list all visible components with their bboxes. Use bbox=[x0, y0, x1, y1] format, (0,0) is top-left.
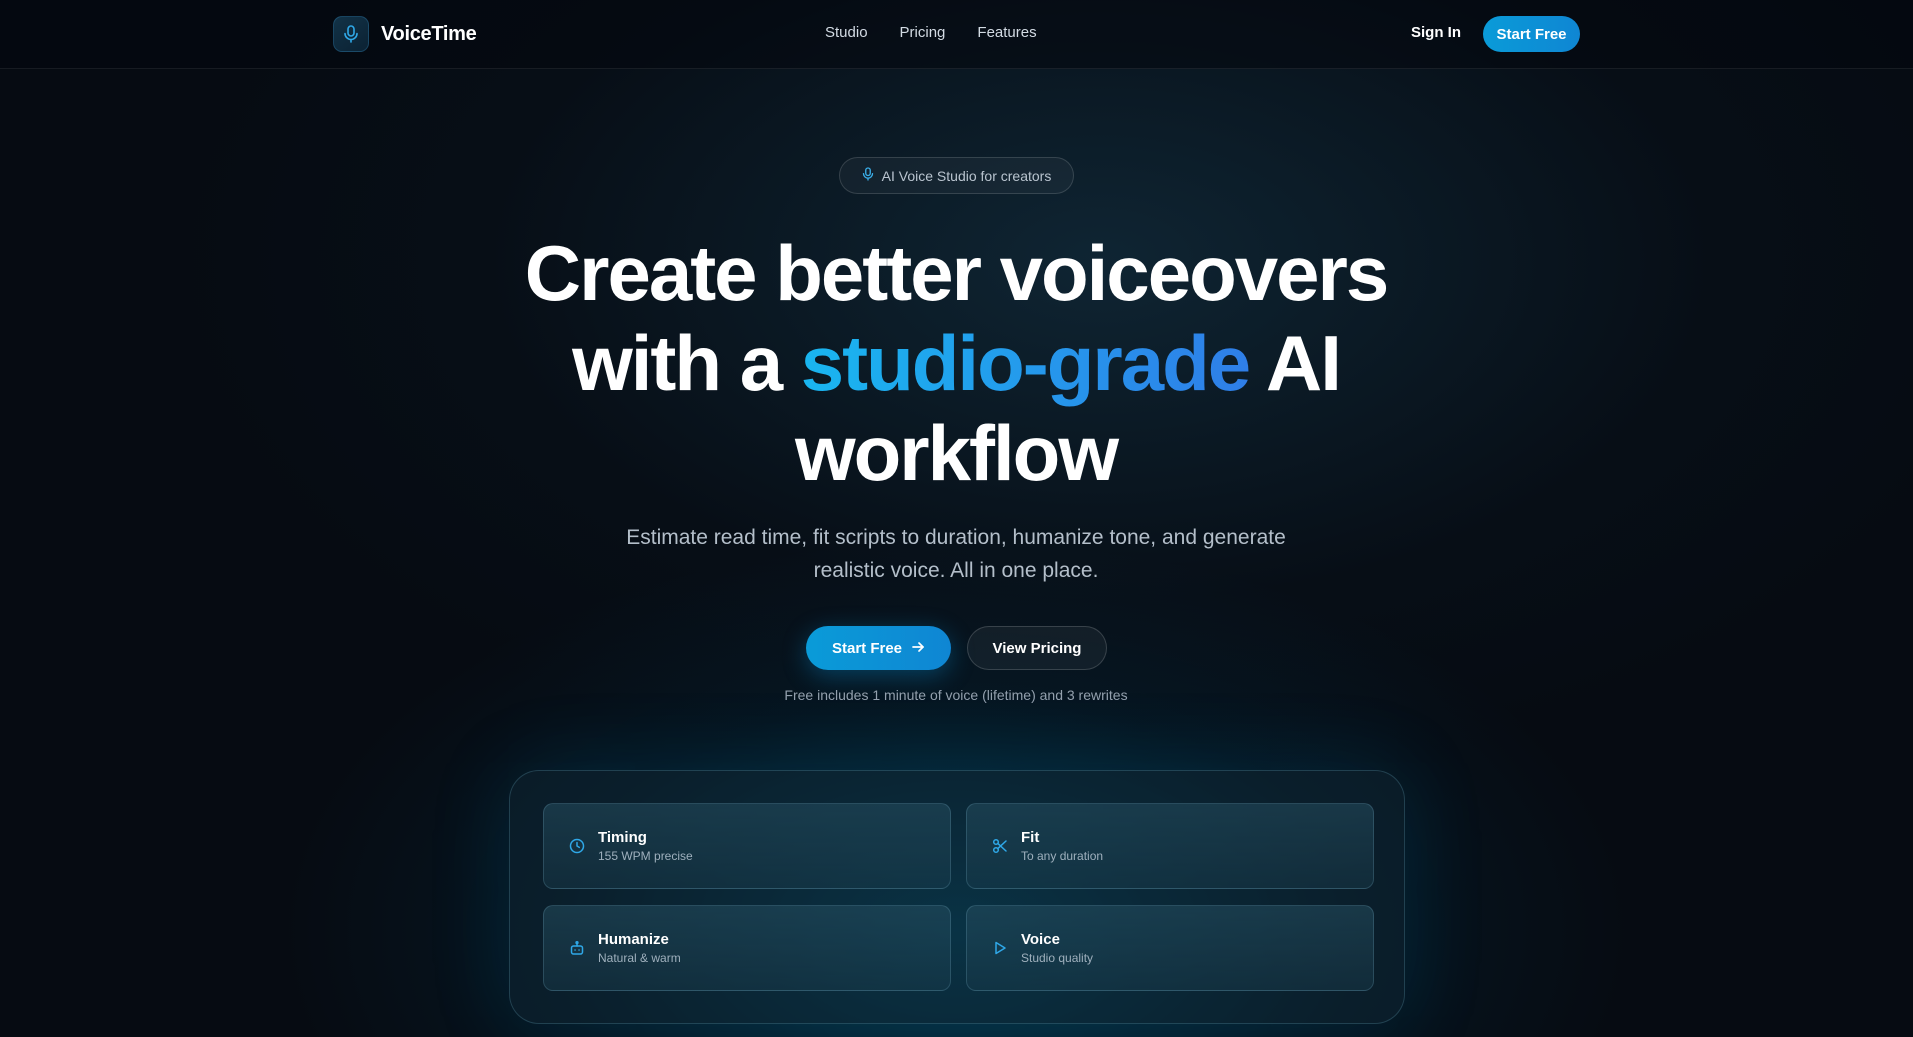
feature-title: Voice bbox=[1021, 930, 1060, 948]
arrow-right-icon bbox=[912, 640, 925, 657]
hero-subhead: Estimate read time, fit scripts to durat… bbox=[626, 526, 1286, 582]
nav-link-features[interactable]: Features bbox=[977, 24, 1036, 41]
brand[interactable]: VoiceTime bbox=[333, 16, 477, 52]
top-nav: VoiceTime Studio Pricing Features Sign I… bbox=[0, 0, 1913, 69]
feature-title: Humanize bbox=[598, 930, 669, 948]
play-icon bbox=[991, 939, 1009, 957]
feature-title: Fit bbox=[1021, 828, 1040, 846]
feature-card-fit[interactable]: Fit To any duration bbox=[966, 803, 1374, 889]
sign-in-link[interactable]: Sign In bbox=[1411, 24, 1461, 41]
start-free-label: Start Free bbox=[831, 639, 903, 657]
robot-icon bbox=[568, 939, 586, 957]
hero-headline: Create better voiceovers with a studio-g… bbox=[456, 228, 1456, 498]
feature-title: Timing bbox=[598, 828, 647, 846]
feature-card-voice[interactable]: Voice Studio quality bbox=[966, 905, 1374, 991]
nav-link-pricing[interactable]: Pricing bbox=[900, 24, 946, 41]
clock-icon bbox=[568, 837, 586, 855]
nav-start-free-button[interactable]: Start Free bbox=[1483, 16, 1580, 52]
headline-line-2-post: AI bbox=[1249, 319, 1342, 407]
feature-subtitle: 155 WPM precise bbox=[598, 848, 693, 863]
hero-badge: AI Voice Studio for creators bbox=[839, 157, 1074, 194]
scissors-icon bbox=[991, 837, 1009, 855]
microphone-icon bbox=[333, 16, 369, 52]
view-pricing-button[interactable]: View Pricing bbox=[967, 626, 1107, 670]
feature-subtitle: Natural & warm bbox=[598, 950, 681, 965]
brand-name: VoiceTime bbox=[381, 22, 477, 45]
nav-links: Studio Pricing Features bbox=[825, 24, 1037, 41]
feature-subtitle: Studio quality bbox=[1021, 950, 1094, 965]
microphone-icon bbox=[862, 167, 874, 184]
start-free-button[interactable]: Start Free bbox=[806, 626, 951, 670]
page: VoiceTime Studio Pricing Features Sign I… bbox=[0, 0, 1913, 1037]
nav-link-studio[interactable]: Studio bbox=[825, 24, 868, 41]
free-plan-note: Free includes 1 minute of voice (lifetim… bbox=[784, 687, 1128, 703]
feature-subtitle: To any duration bbox=[1021, 848, 1104, 863]
headline-line-2-pre: with a bbox=[572, 319, 801, 407]
feature-card-humanize[interactable]: Humanize Natural & warm bbox=[543, 905, 951, 991]
feature-panel: Timing 155 WPM precise Fit To any durati… bbox=[509, 770, 1405, 1024]
headline-line-1: Create better voiceovers bbox=[524, 229, 1389, 317]
headline-accent: studio-grade bbox=[800, 319, 1251, 407]
headline-line-3: workflow bbox=[794, 409, 1119, 497]
feature-card-timing[interactable]: Timing 155 WPM precise bbox=[543, 803, 951, 889]
hero-badge-label: AI Voice Studio for creators bbox=[881, 167, 1052, 184]
